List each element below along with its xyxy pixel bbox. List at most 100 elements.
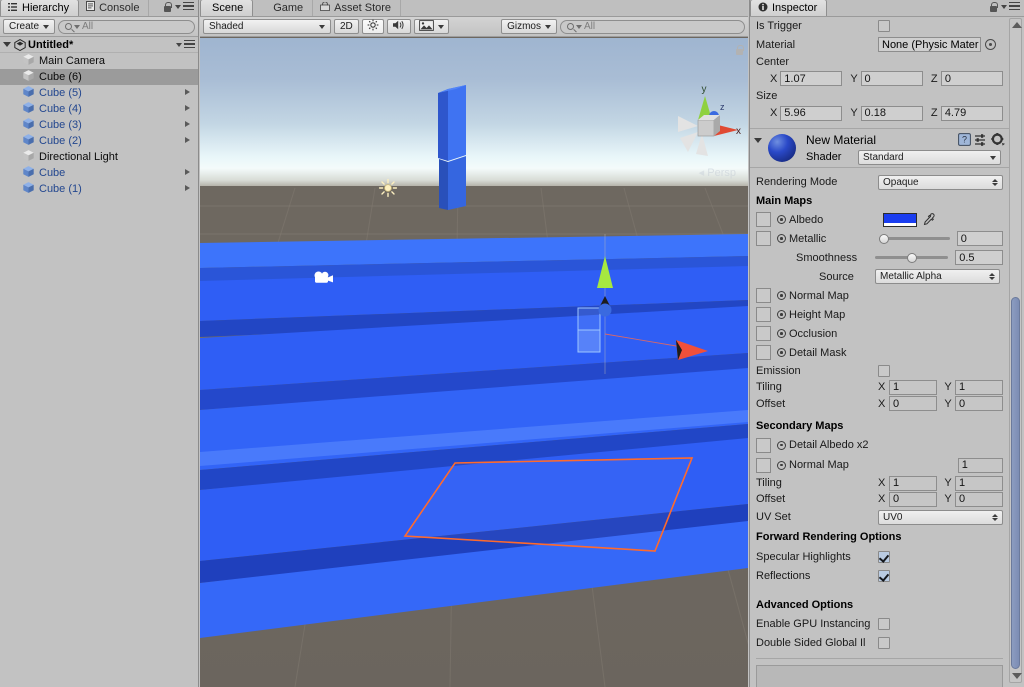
albedo-texture-slot[interactable] — [756, 212, 771, 227]
scroll-down-arrow-icon[interactable] — [1012, 673, 1022, 679]
normal-map-texture-slot[interactable] — [756, 288, 771, 303]
hierarchy-item[interactable]: Cube (3) — [0, 117, 198, 133]
double-sided-checkbox[interactable] — [878, 636, 890, 649]
secondary-normal-toggle-icon[interactable] — [777, 460, 786, 470]
albedo-toggle-icon[interactable] — [777, 215, 786, 224]
size-z-input[interactable]: 4.79 — [940, 105, 1003, 121]
toggle-lighting-button[interactable] — [361, 19, 384, 34]
metallic-toggle-icon[interactable] — [777, 234, 786, 243]
gizmo-search-input[interactable]: All — [560, 19, 745, 34]
albedo-color-swatch[interactable] — [883, 212, 917, 227]
hierarchy-item[interactable]: Cube (6) — [0, 69, 198, 85]
metallic-value-input[interactable]: 0 — [956, 231, 1003, 246]
sec-offset-y-input[interactable]: 0 — [955, 491, 1003, 507]
material-preset-icon[interactable]: ? — [958, 133, 971, 149]
chevron-right-icon[interactable] — [185, 89, 190, 95]
chevron-right-icon[interactable] — [185, 105, 190, 111]
detail-albedo-texture-slot[interactable] — [756, 437, 771, 453]
lock-icon[interactable] — [163, 2, 172, 13]
smoothness-value-input[interactable]: 0.5 — [955, 250, 1003, 265]
size-x-input[interactable]: 5.96 — [780, 105, 843, 121]
sec-offset-x-input[interactable]: 0 — [889, 491, 937, 507]
hierarchy-item[interactable]: Main Camera — [0, 53, 198, 69]
emission-checkbox[interactable] — [878, 364, 890, 377]
directional-light-gizmo-icon[interactable] — [378, 178, 398, 198]
gizmos-dropdown[interactable]: Gizmos — [501, 19, 557, 34]
triangle-down-icon[interactable] — [3, 42, 11, 47]
scene-viewport[interactable]: y z x ◂ Persp — [200, 38, 748, 687]
shader-dropdown[interactable]: Standard — [858, 150, 1001, 165]
hierarchy-item[interactable]: Cube (2) — [0, 133, 198, 149]
secondary-normal-value-input[interactable]: 1 — [957, 457, 1003, 473]
tab-console[interactable]: Console — [79, 0, 150, 16]
offset-x-input[interactable]: 0 — [889, 396, 937, 411]
is-trigger-checkbox[interactable] — [878, 20, 890, 32]
inspector-menu-icon[interactable] — [1001, 2, 1020, 12]
hierarchy-item[interactable]: Cube — [0, 165, 198, 181]
hierarchy-item[interactable]: Cube (1) — [0, 181, 198, 197]
tab-scene[interactable]: Scene — [200, 0, 254, 16]
inspector-scroll-thumb[interactable] — [1011, 297, 1020, 669]
chevron-right-icon[interactable] — [185, 121, 190, 127]
gizmo-persp-label[interactable]: ◂ Persp — [699, 166, 736, 179]
rendering-mode-dropdown[interactable]: Opaque — [878, 174, 1003, 190]
metallic-texture-slot[interactable] — [756, 231, 771, 246]
hierarchy-search-input[interactable]: All — [58, 19, 195, 34]
gpu-instancing-checkbox[interactable] — [878, 617, 890, 630]
detail-albedo-toggle-icon[interactable] — [777, 440, 786, 450]
hierarchy-menu-icon[interactable] — [175, 2, 194, 12]
detail-mask-toggle-icon[interactable] — [777, 348, 786, 357]
scene-orientation-gizmo[interactable]: y z x — [668, 82, 742, 178]
tab-hierarchy[interactable]: Hierarchy — [0, 0, 80, 16]
material-variant-icon[interactable] — [974, 134, 987, 149]
toggle-audio-button[interactable] — [386, 19, 411, 34]
secondary-normal-texture-slot[interactable] — [756, 457, 771, 473]
draw-mode-dropdown[interactable]: Shaded — [203, 19, 331, 34]
tiling-y-input[interactable]: 1 — [955, 379, 1003, 395]
hierarchy-item[interactable]: Directional Light — [0, 149, 198, 165]
physic-material-field[interactable]: None (Physic Mater — [878, 37, 981, 52]
metallic-slider[interactable] — [878, 231, 950, 246]
center-x-input[interactable]: 1.07 — [780, 71, 843, 86]
camera-gizmo-icon[interactable] — [312, 270, 334, 286]
object-picker-icon[interactable] — [985, 39, 996, 50]
hierarchy-item[interactable]: Cube (4) — [0, 101, 198, 117]
uv-set-dropdown[interactable]: UV0 — [878, 509, 1003, 525]
scene-root-row[interactable]: Untitled* — [0, 37, 198, 53]
eyedropper-icon[interactable] — [921, 212, 935, 227]
material-foldout-arrow[interactable] — [754, 138, 762, 155]
tab-asset-store[interactable]: Asset Store — [313, 0, 402, 16]
scroll-up-arrow-icon[interactable] — [1012, 22, 1022, 28]
tab-game[interactable]: Game — [253, 0, 314, 16]
specular-highlights-checkbox[interactable] — [878, 550, 890, 563]
occlusion-toggle-icon[interactable] — [777, 329, 786, 338]
center-y-input[interactable]: 0 — [860, 71, 923, 86]
toggle-2d-button[interactable]: 2D — [334, 19, 359, 34]
normal-map-toggle-icon[interactable] — [777, 291, 786, 300]
detail-mask-texture-slot[interactable] — [756, 345, 771, 360]
chevron-right-icon[interactable] — [185, 137, 190, 143]
scene-row-menu-icon[interactable] — [176, 40, 195, 50]
hierarchy-item[interactable]: Cube (5) — [0, 85, 198, 101]
toggle-effects-button[interactable] — [413, 19, 449, 34]
gear-icon[interactable] — [991, 133, 1005, 149]
smoothness-slider[interactable] — [874, 250, 949, 265]
lock-icon[interactable] — [989, 2, 998, 13]
center-z-input[interactable]: 0 — [940, 71, 1003, 86]
chevron-right-icon[interactable] — [185, 185, 190, 191]
sec-tiling-y-input[interactable]: 1 — [955, 475, 1003, 491]
occlusion-texture-slot[interactable] — [756, 326, 771, 341]
inspector-scrollbar[interactable] — [1009, 18, 1022, 683]
offset-y-input[interactable]: 0 — [955, 396, 1003, 411]
sec-tiling-x-input[interactable]: 1 — [889, 475, 937, 491]
height-map-toggle-icon[interactable] — [777, 310, 786, 319]
tiling-x-input[interactable]: 1 — [889, 379, 937, 395]
source-dropdown[interactable]: Metallic Alpha — [875, 269, 1000, 284]
move-gizmo[interactable] — [560, 234, 720, 374]
size-y-input[interactable]: 0.18 — [860, 105, 923, 121]
reflections-checkbox[interactable] — [878, 569, 890, 582]
chevron-right-icon[interactable] — [185, 169, 190, 175]
tab-inspector[interactable]: Inspector — [750, 0, 828, 16]
height-map-texture-slot[interactable] — [756, 307, 771, 322]
create-button[interactable]: Create — [3, 19, 56, 34]
